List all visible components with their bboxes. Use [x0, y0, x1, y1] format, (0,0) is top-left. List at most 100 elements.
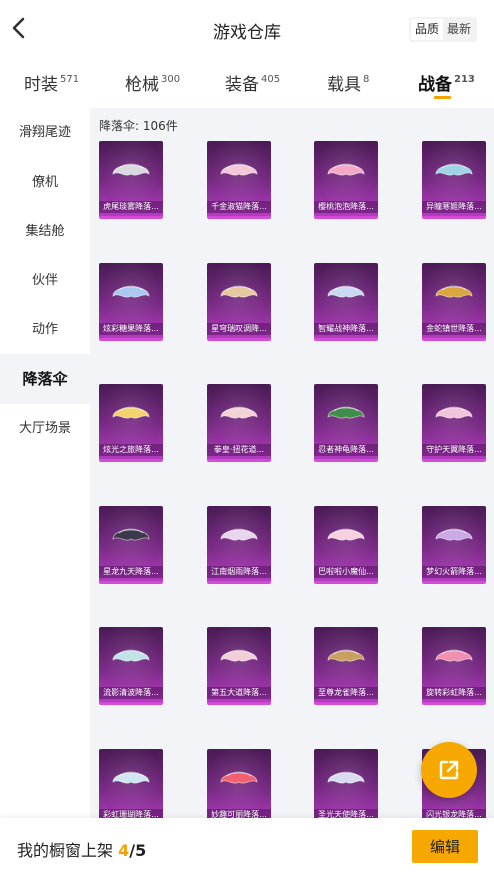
item-card[interactable]: 流影清波降落...	[99, 627, 163, 705]
sidebar-item-assembly-pod[interactable]: 集结舱	[0, 207, 90, 257]
parachute-icon	[220, 528, 258, 541]
item-card[interactable]: 忍者神龟降落...	[314, 384, 378, 462]
item-image: 至尊龙雀降落...	[314, 627, 378, 705]
item-image: 彩虹珊瑚降落...	[99, 748, 163, 818]
tab-count: 213	[454, 74, 475, 85]
showcase-current: 4	[118, 841, 130, 860]
item-label: 江南烟雨降落...	[207, 565, 271, 578]
item-grid-area: 降落伞: 106件 虎尾琰雾降落... 千金淑猫降落... 樱桃泡泡降落... 异瞳寒…	[90, 108, 494, 818]
parachute-icon	[327, 163, 365, 176]
item-card[interactable]: 金蛇镇世降落...	[422, 262, 486, 341]
item-card[interactable]: 星龙九天降落...	[99, 505, 163, 584]
item-label: 异瞳寒姬降落...	[422, 201, 486, 213]
item-label: 星穹瑞叹调降...	[207, 322, 271, 335]
parachute-icon	[220, 406, 258, 419]
bottom-bar: 我的橱窗上架 4/5 编辑	[0, 818, 494, 875]
sidebar: 滑翔尾迹 僚机 集结舱 伙伴 动作 降落伞 大厅场景	[0, 108, 90, 818]
share-button[interactable]	[421, 742, 477, 798]
sidebar-item-parachute[interactable]: 降落伞	[0, 354, 90, 404]
parachute-icon	[112, 528, 150, 541]
tab-vehicles[interactable]: 载具 8	[327, 70, 369, 95]
showcase-total: /5	[129, 841, 147, 860]
item-label: 第五大道降落...	[207, 687, 271, 699]
tab-combat-gear[interactable]: 战备 213	[418, 70, 475, 95]
parachute-icon	[435, 649, 473, 662]
item-label: 圣光天使降落...	[314, 808, 378, 818]
parachute-icon	[435, 406, 473, 419]
sidebar-item-emote[interactable]: 动作	[0, 305, 90, 355]
item-image: 拳皇·扭花道...	[207, 384, 271, 462]
parachute-icon	[112, 406, 150, 419]
item-image: 金蛇镇世降落...	[422, 262, 486, 341]
parachute-icon	[327, 649, 365, 662]
category-tabs: 时装 571 枪械 300 装备 405 载具 8 战备 213	[0, 60, 494, 108]
item-image: 流影清波降落...	[99, 627, 163, 705]
header: 游戏仓库 品质 最新	[0, 0, 494, 58]
item-card[interactable]: 旋转彩虹降落...	[422, 627, 486, 705]
item-card[interactable]: 智耀战神降落...	[314, 262, 378, 341]
item-card[interactable]: 虎尾琰雾降落...	[99, 141, 163, 219]
tab-weapons[interactable]: 枪械 300	[125, 70, 180, 95]
item-card[interactable]: 巴啦啦小魔仙...	[314, 505, 378, 584]
item-image: 千金淑猫降落...	[207, 141, 271, 219]
item-label: 梦幻火箭降落...	[422, 565, 486, 578]
item-card[interactable]: 炫光之旅降落...	[99, 384, 163, 462]
sidebar-item-wingman[interactable]: 僚机	[0, 158, 90, 208]
item-card[interactable]: 圣光天使降落...	[314, 748, 378, 818]
tab-label: 战备	[418, 75, 452, 95]
item-card[interactable]: 至尊龙雀降落...	[314, 627, 378, 705]
item-card[interactable]: 守护天翼降落...	[422, 384, 486, 462]
item-label: 流影清波降落...	[99, 687, 163, 699]
item-card[interactable]: 第五大道降落...	[207, 627, 271, 705]
showcase-status: 我的橱窗上架 4/5	[17, 837, 146, 861]
sort-latest-option[interactable]: 最新	[443, 19, 475, 40]
sidebar-item-glide-trail[interactable]: 滑翔尾迹	[0, 108, 90, 158]
item-label: 拳皇·扭花道...	[207, 444, 271, 456]
item-image: 炫光之旅降落...	[99, 384, 163, 462]
share-icon	[439, 760, 459, 780]
parachute-icon	[220, 285, 258, 298]
item-card[interactable]: 异瞳寒姬降落...	[422, 141, 486, 219]
edit-button[interactable]: 编辑	[412, 830, 478, 863]
item-image: 江南烟雨降落...	[207, 505, 271, 584]
sidebar-item-companion[interactable]: 伙伴	[0, 256, 90, 306]
parachute-icon	[112, 163, 150, 176]
parachute-icon	[435, 528, 473, 541]
item-label: 智耀战神降落...	[314, 322, 378, 335]
item-label: 守护天翼降落...	[422, 444, 486, 456]
item-card[interactable]: 星穹瑞叹调降...	[207, 262, 271, 341]
item-label: 至尊龙雀降落...	[314, 687, 378, 699]
parachute-icon	[112, 285, 150, 298]
item-card[interactable]: 彩虹珊瑚降落...	[99, 748, 163, 818]
tab-count: 571	[60, 74, 80, 85]
item-label: 星龙九天降落...	[99, 565, 163, 578]
item-image: 忍者神龟降落...	[314, 384, 378, 462]
item-card[interactable]: 妙趣可丽降落...	[207, 748, 271, 818]
tab-equipment[interactable]: 装备 405	[225, 70, 280, 95]
parachute-icon	[220, 771, 258, 784]
item-label: 闪光银龙降落...	[422, 808, 486, 818]
sidebar-item-lobby-scene[interactable]: 大厅场景	[0, 404, 90, 454]
item-card[interactable]: 江南烟雨降落...	[207, 505, 271, 584]
item-card[interactable]: 炫彩糖果降落...	[99, 262, 163, 341]
item-card[interactable]: 梦幻火箭降落...	[422, 505, 486, 584]
item-image: 守护天翼降落...	[422, 384, 486, 462]
item-label: 彩虹珊瑚降落...	[99, 808, 163, 818]
sort-toggle: 品质 最新	[408, 17, 477, 42]
item-image: 梦幻火箭降落...	[422, 505, 486, 584]
item-label: 忍者神龟降落...	[314, 444, 378, 456]
parachute-icon	[327, 771, 365, 784]
item-card[interactable]: 拳皇·扭花道...	[207, 384, 271, 462]
tab-count: 300	[161, 74, 181, 85]
item-label: 虎尾琰雾降落...	[99, 201, 163, 213]
item-image: 星穹瑞叹调降...	[207, 262, 271, 341]
sort-quality-option[interactable]: 品质	[410, 19, 443, 40]
item-image: 虎尾琰雾降落...	[99, 141, 163, 219]
item-card[interactable]: 樱桃泡泡降落...	[314, 141, 378, 219]
item-count: 降落伞: 106件	[99, 119, 178, 133]
item-card[interactable]: 千金淑猫降落...	[207, 141, 271, 219]
tab-label: 时装	[24, 75, 58, 95]
app-root: 游戏仓库 品质 最新 时装 571 枪械 300 装备 405 载具 8 战备 213 滑…	[0, 0, 494, 875]
item-label: 千金淑猫降落...	[207, 201, 271, 213]
tab-fashion[interactable]: 时装 571	[24, 70, 79, 95]
